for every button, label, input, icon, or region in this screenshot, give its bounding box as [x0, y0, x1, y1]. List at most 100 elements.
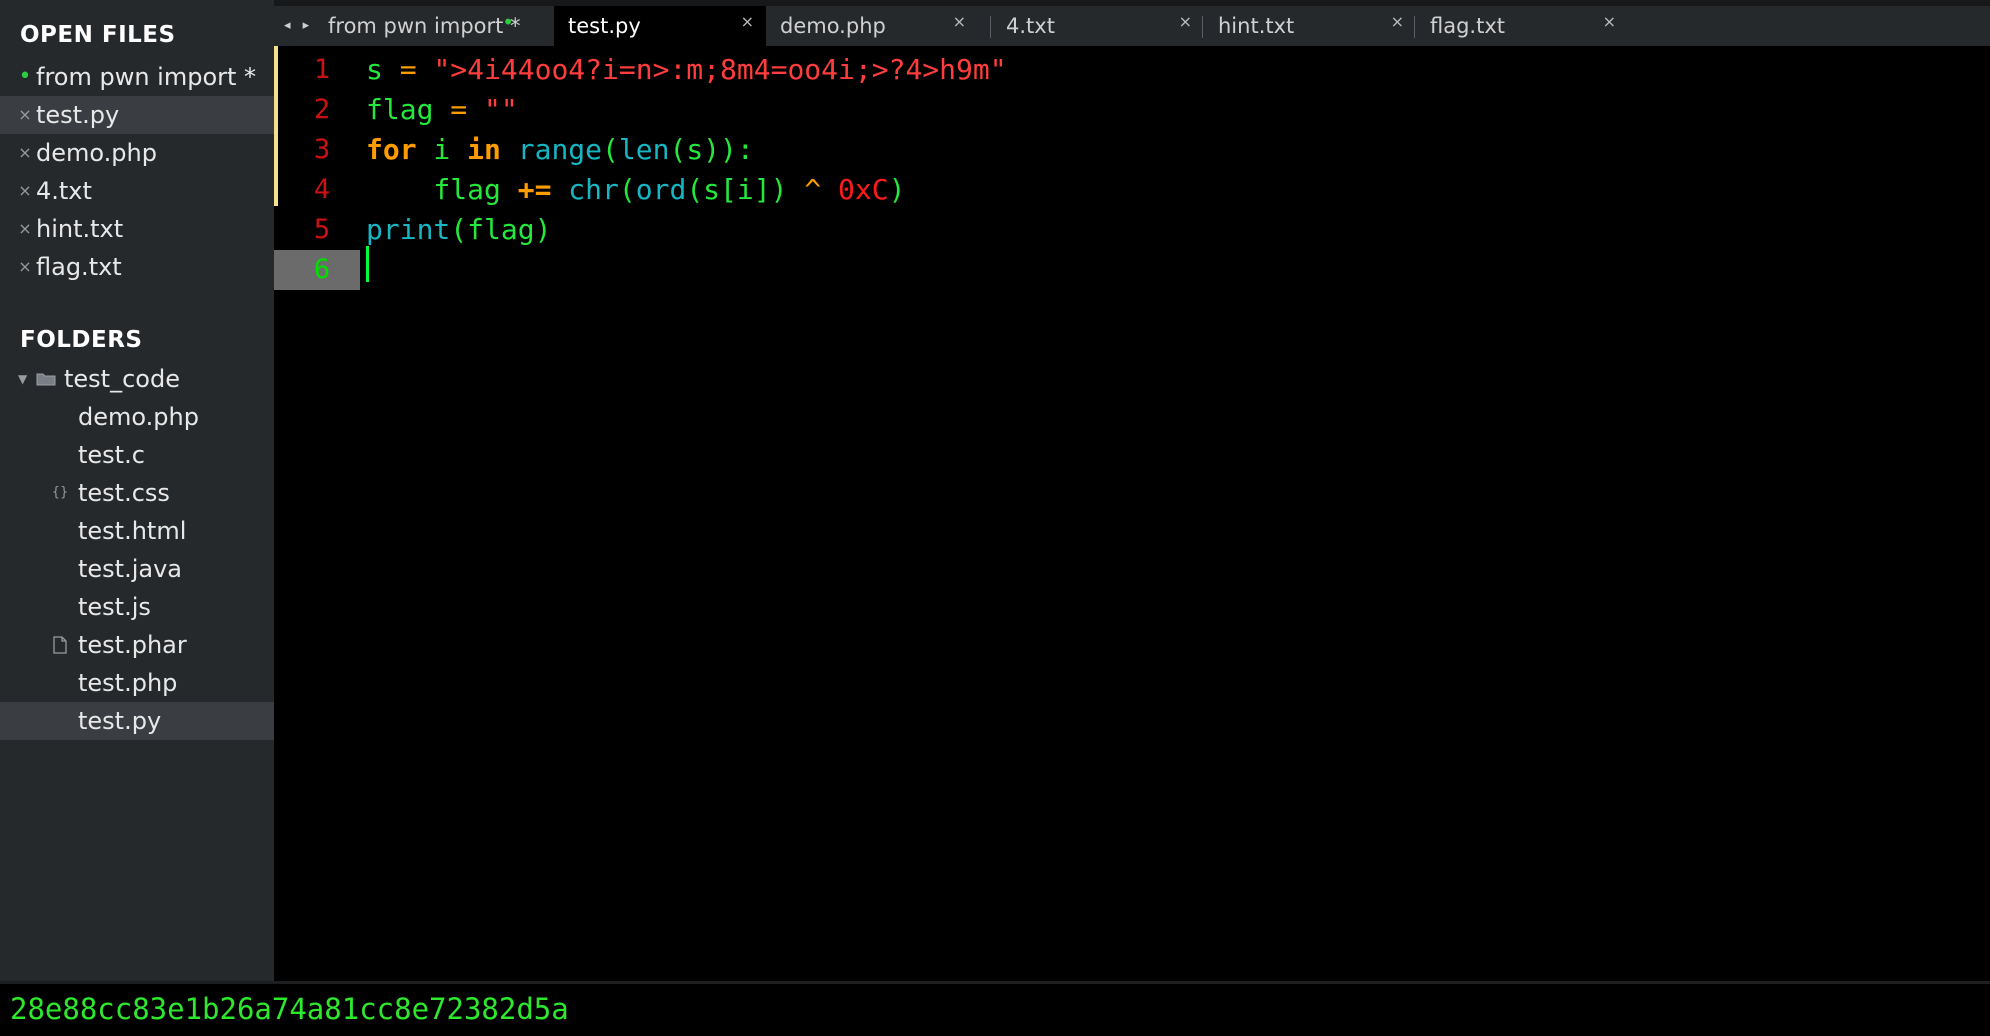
- code-token: 0xC: [838, 173, 889, 206]
- open-file-label: demo.php: [36, 139, 157, 167]
- folder-file-item[interactable]: test.html: [0, 512, 274, 550]
- code-token: s: [366, 53, 383, 86]
- code-token: (s[i]): [686, 173, 805, 206]
- line-number: 5: [313, 214, 331, 245]
- line-number: 4: [313, 174, 331, 205]
- code-token: =: [433, 93, 485, 126]
- folder-item-test-code[interactable]: ▼ test_code: [0, 360, 274, 398]
- sublime-editor-window: OPEN FILES • from pwn import * × test.py…: [0, 0, 1990, 1036]
- code-token: chr: [568, 173, 619, 206]
- tab-separator: [1414, 16, 1415, 38]
- code-line[interactable]: s = ">4i44oo4?i=n>:m;8m4=oo4i;>?4>h9m": [366, 50, 1007, 90]
- folders-heading: FOLDERS: [20, 327, 143, 353]
- close-icon[interactable]: ×: [1391, 2, 1404, 42]
- folder-file-item[interactable]: test.php: [0, 664, 274, 702]
- tab-label: hint.txt: [1218, 14, 1295, 38]
- file-label: test.py: [78, 707, 162, 735]
- open-file-label: from pwn import *: [36, 63, 257, 91]
- code-editor[interactable]: 1 2 3 4 5 6 s = ">4i44oo4?i=n>:m;8m4=oo4…: [274, 46, 1990, 981]
- code-token: len: [618, 133, 670, 166]
- folder-file-item[interactable]: test.phar: [0, 626, 274, 664]
- tab-bar: ◂ ▸ from pwn import * • test.py × demo.p…: [274, 6, 1990, 46]
- tab-scroll-arrows-icon[interactable]: ◂ ▸: [284, 6, 313, 46]
- line-number: 1: [313, 54, 331, 85]
- folder-file-item[interactable]: {} test.css: [0, 474, 274, 512]
- close-icon[interactable]: ×: [1179, 2, 1192, 42]
- file-label: demo.php: [78, 403, 199, 431]
- folder-file-item[interactable]: demo.php: [0, 398, 274, 436]
- close-icon[interactable]: ×: [1603, 2, 1616, 42]
- modified-dot-icon: •: [502, 10, 514, 34]
- file-icon: [53, 636, 67, 654]
- code-token: range: [517, 133, 603, 166]
- code-token: (flag): [450, 213, 552, 246]
- open-file-label: flag.txt: [36, 253, 122, 281]
- file-label: test.phar: [78, 631, 187, 659]
- code-token: flag: [366, 93, 434, 126]
- folder-file-item-selected[interactable]: test.py: [0, 702, 274, 740]
- code-line[interactable]: print(flag): [366, 210, 551, 250]
- close-icon[interactable]: ×: [741, 2, 754, 42]
- code-token: i: [416, 133, 468, 166]
- code-token: ">4i44oo4?i=n>:m;8m4=oo4i;>?4>h9m": [433, 53, 1007, 86]
- tab-label: 4.txt: [1006, 14, 1055, 38]
- open-file-item[interactable]: × hint.txt: [0, 210, 274, 248]
- open-file-label: test.py: [36, 101, 120, 129]
- code-token: for: [366, 133, 417, 166]
- folder-file-item[interactable]: test.js: [0, 588, 274, 626]
- tab-from-pwn-import[interactable]: from pwn import * •: [314, 6, 526, 46]
- code-line[interactable]: for i in range(len(s)):: [366, 130, 754, 170]
- file-label: test.php: [78, 669, 178, 697]
- sidebar: OPEN FILES • from pwn import * × test.py…: [0, 0, 274, 981]
- chevron-down-icon[interactable]: ▼: [18, 360, 27, 398]
- tab-label: demo.php: [780, 14, 886, 38]
- output-text: 28e88cc83e1b26a74a81cc8e72382d5a: [10, 992, 569, 1026]
- folder-file-item[interactable]: test.java: [0, 550, 274, 588]
- code-token: "": [484, 93, 518, 126]
- code-token: in: [467, 133, 501, 166]
- code-token: (: [602, 133, 619, 166]
- tab-separator: [990, 16, 991, 38]
- close-icon[interactable]: ×: [18, 172, 32, 210]
- open-file-item[interactable]: • from pwn import *: [0, 58, 274, 96]
- open-file-item[interactable]: × 4.txt: [0, 172, 274, 210]
- tab-demo-php[interactable]: demo.php ×: [766, 6, 978, 46]
- tab-test-py[interactable]: test.py ×: [554, 6, 766, 46]
- code-token: =: [382, 53, 434, 86]
- code-line[interactable]: flag = "": [366, 90, 518, 130]
- file-label: test.c: [78, 441, 145, 469]
- tab-label: flag.txt: [1430, 14, 1505, 38]
- open-file-item-selected[interactable]: × test.py: [0, 96, 274, 134]
- open-file-item[interactable]: × flag.txt: [0, 248, 274, 286]
- tab-separator: [1202, 16, 1203, 38]
- close-icon[interactable]: ×: [18, 96, 32, 134]
- code-token: (: [618, 173, 636, 206]
- open-file-label: hint.txt: [36, 215, 124, 243]
- file-label: test.java: [78, 555, 183, 583]
- line-number: 3: [313, 134, 331, 165]
- close-icon[interactable]: ×: [18, 210, 32, 248]
- build-output-panel[interactable]: 28e88cc83e1b26a74a81cc8e72382d5a: [0, 984, 1990, 1036]
- code-token: (s)):: [669, 133, 754, 166]
- file-label: test.css: [78, 479, 170, 507]
- code-token: ord: [635, 173, 687, 206]
- close-icon[interactable]: ×: [18, 248, 32, 286]
- code-line[interactable]: flag += chr(ord(s[i]) ^ 0xC): [366, 170, 905, 210]
- tab-label: from pwn import *: [328, 14, 521, 38]
- code-token: flag: [366, 173, 518, 206]
- code-token: print: [366, 213, 451, 246]
- line-number-current: 6: [274, 250, 360, 290]
- open-file-item[interactable]: × demo.php: [0, 134, 274, 172]
- folder-file-item[interactable]: test.c: [0, 436, 274, 474]
- close-icon[interactable]: ×: [18, 134, 32, 172]
- tab-flag-txt[interactable]: flag.txt ×: [1416, 6, 1628, 46]
- tab-4-txt[interactable]: 4.txt ×: [992, 6, 1204, 46]
- close-icon[interactable]: ×: [953, 2, 966, 42]
- code-token: +=: [517, 173, 552, 206]
- file-label: test.js: [78, 593, 151, 621]
- open-file-label: 4.txt: [36, 177, 92, 205]
- tab-hint-txt[interactable]: hint.txt ×: [1204, 6, 1416, 46]
